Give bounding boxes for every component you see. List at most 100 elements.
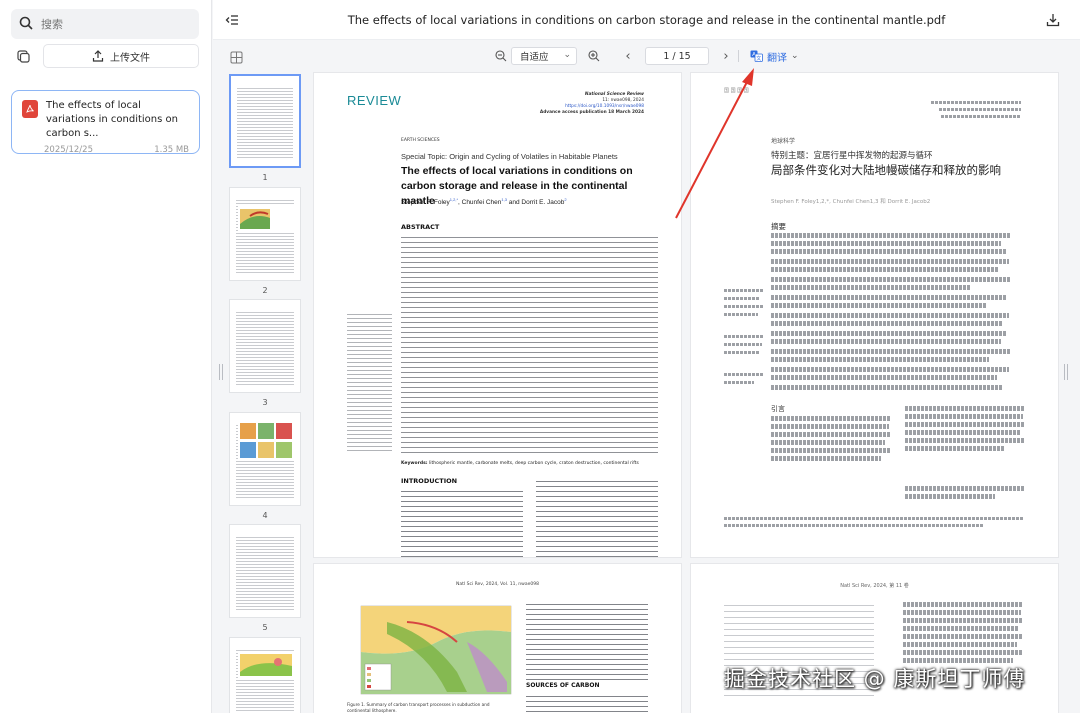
page-header: Natl Sci Rev, 2024, Vol. 11, nwae098 (456, 582, 539, 587)
translated-text-line (771, 440, 885, 445)
translated-affiliation (724, 297, 760, 300)
translated-text-line (903, 634, 1023, 639)
translate-icon: A文 (750, 50, 763, 62)
translated-section: 地球科学 (771, 138, 796, 145)
translated-text-line (905, 486, 1025, 491)
translated-text-line (771, 385, 1003, 390)
page-thumbnail[interactable] (229, 412, 301, 506)
journal-publication: Advance access publication 18 March 2024 (539, 110, 644, 115)
collapse-sidebar-icon (225, 15, 238, 25)
new-chat-icon (16, 49, 30, 63)
page-thumbnail[interactable] (229, 74, 301, 168)
search-icon (19, 15, 33, 34)
translated-header-right (941, 115, 1021, 118)
translated-text-line (771, 456, 881, 461)
translate-button[interactable]: A文 翻译 ⌄ (750, 47, 799, 65)
original-page: Natl Sci Rev, 2024, Vol. 11, nwae098 Fig… (314, 564, 681, 713)
translated-text-line (771, 424, 889, 429)
figure-caption: Figure 1. Summary of carbon transport pr… (347, 702, 490, 713)
chevron-left-icon: ‹ (625, 48, 631, 64)
search-input[interactable] (41, 17, 181, 31)
translated-text-line (771, 267, 999, 272)
translated-header-right (939, 108, 1021, 111)
grid-icon (230, 51, 243, 64)
translated-text-line (771, 448, 891, 453)
page-thumbnail[interactable] (229, 637, 301, 713)
file-name: The effects of local variations in condi… (46, 100, 178, 139)
translated-text-line (771, 303, 986, 308)
panel-resize-handle[interactable] (1064, 364, 1068, 380)
translated-text-line (771, 285, 971, 290)
abstract-body (401, 233, 658, 455)
thumbnail-page-number: 5 (262, 623, 268, 632)
page-number-input[interactable]: 1 / 15 (645, 47, 709, 65)
translated-header-right (931, 101, 1021, 104)
thumbnail-page-number: 4 (262, 511, 268, 520)
next-page-button[interactable]: › (719, 48, 733, 64)
upload-icon (92, 50, 104, 62)
page-thumbnail[interactable] (229, 187, 301, 281)
translated-special-topic: 特别主题：宜居行星中挥发物的起源与循环 (771, 151, 933, 161)
document-header: The effects of local variations in condi… (213, 0, 1080, 40)
translated-text-line (771, 295, 1007, 300)
translated-page-header: Natl Sci Rev, 2024, 第 11 卷 (840, 583, 909, 589)
intro-heading: INTRODUCTION (401, 477, 458, 485)
text-column (526, 600, 648, 684)
translated-intro-heading: 引言 (771, 405, 785, 413)
translated-affiliation (724, 343, 762, 346)
document-title: The effects of local variations in condi… (347, 13, 946, 27)
figure-1 (360, 605, 512, 695)
search-box[interactable] (11, 9, 199, 39)
translated-text-line (771, 249, 1006, 254)
abstract-heading: ABSTRACT (401, 223, 440, 231)
zoom-out-button[interactable] (493, 48, 509, 64)
thumbnail-page-number: 3 (262, 398, 268, 407)
panel-resize-handle[interactable] (219, 364, 223, 380)
section-tag: EARTH SCIENCES (401, 138, 440, 143)
page-thumbnail[interactable] (229, 524, 301, 618)
upload-file-button[interactable]: 上传文件 (43, 44, 199, 68)
intro-column-right (536, 477, 658, 557)
download-icon (1046, 14, 1060, 27)
translated-authors: Stephen F. Foley1,2,*, Chunfei Chen1,3 和… (771, 199, 931, 205)
journal-info: National Science Review 11: nwae098, 202… (524, 92, 644, 116)
translated-text-line (771, 241, 1001, 246)
translated-text-line (905, 422, 1025, 427)
zoom-value: 自适应 (520, 52, 549, 63)
original-page: REVIEW National Science Review 11: nwae0… (314, 73, 681, 557)
translated-text-line (771, 321, 1003, 326)
translated-text-line (771, 339, 1001, 344)
new-chat-button[interactable] (11, 44, 35, 68)
thumbnail-toggle-button[interactable] (230, 49, 244, 64)
thumbnail-panel: 1 2 3 4 5 (213, 72, 301, 713)
file-list-item[interactable]: The effects of local variations in condi… (11, 90, 200, 155)
paper-authors: Stephen F. Foley1,2,*, Chunfei Chen1,3 a… (401, 197, 567, 207)
translated-text-line (771, 432, 891, 437)
file-size: 1.35 MB (154, 145, 189, 155)
download-button[interactable] (1046, 12, 1062, 28)
translated-affiliation (724, 305, 764, 308)
translated-affiliation (724, 335, 764, 338)
zoom-select[interactable]: 自适应 ⌄ (511, 47, 577, 65)
translated-text-line (905, 446, 1005, 451)
translated-text-line (771, 313, 1009, 318)
intro-column-left (401, 487, 523, 557)
translated-text-line (903, 626, 1019, 631)
translated-text-line (905, 430, 1021, 435)
chevron-right-icon: › (723, 48, 729, 64)
translated-text-line (903, 610, 1021, 615)
translated-text-line (771, 375, 997, 380)
text-column (526, 692, 648, 713)
page-thumbnail[interactable] (229, 299, 301, 393)
watermark: 掘金技术社区 @ 康斯坦丁师傅 (724, 667, 1026, 691)
zoom-in-button[interactable] (586, 48, 602, 64)
collapse-sidebar-button[interactable] (225, 12, 241, 28)
pdf-toolbar: 自适应 ⌄ ‹ 1 / 15 › A文 翻译 ⌄ (213, 40, 1080, 72)
affiliations (347, 311, 392, 451)
prev-page-button[interactable]: ‹ (621, 48, 635, 64)
translated-text-line (903, 602, 1023, 607)
translated-text-line (905, 438, 1025, 443)
sidebar-actions: 上传文件 (11, 44, 199, 68)
thumbnail-page-number: 1 (262, 173, 268, 182)
translated-text-line (771, 357, 989, 362)
